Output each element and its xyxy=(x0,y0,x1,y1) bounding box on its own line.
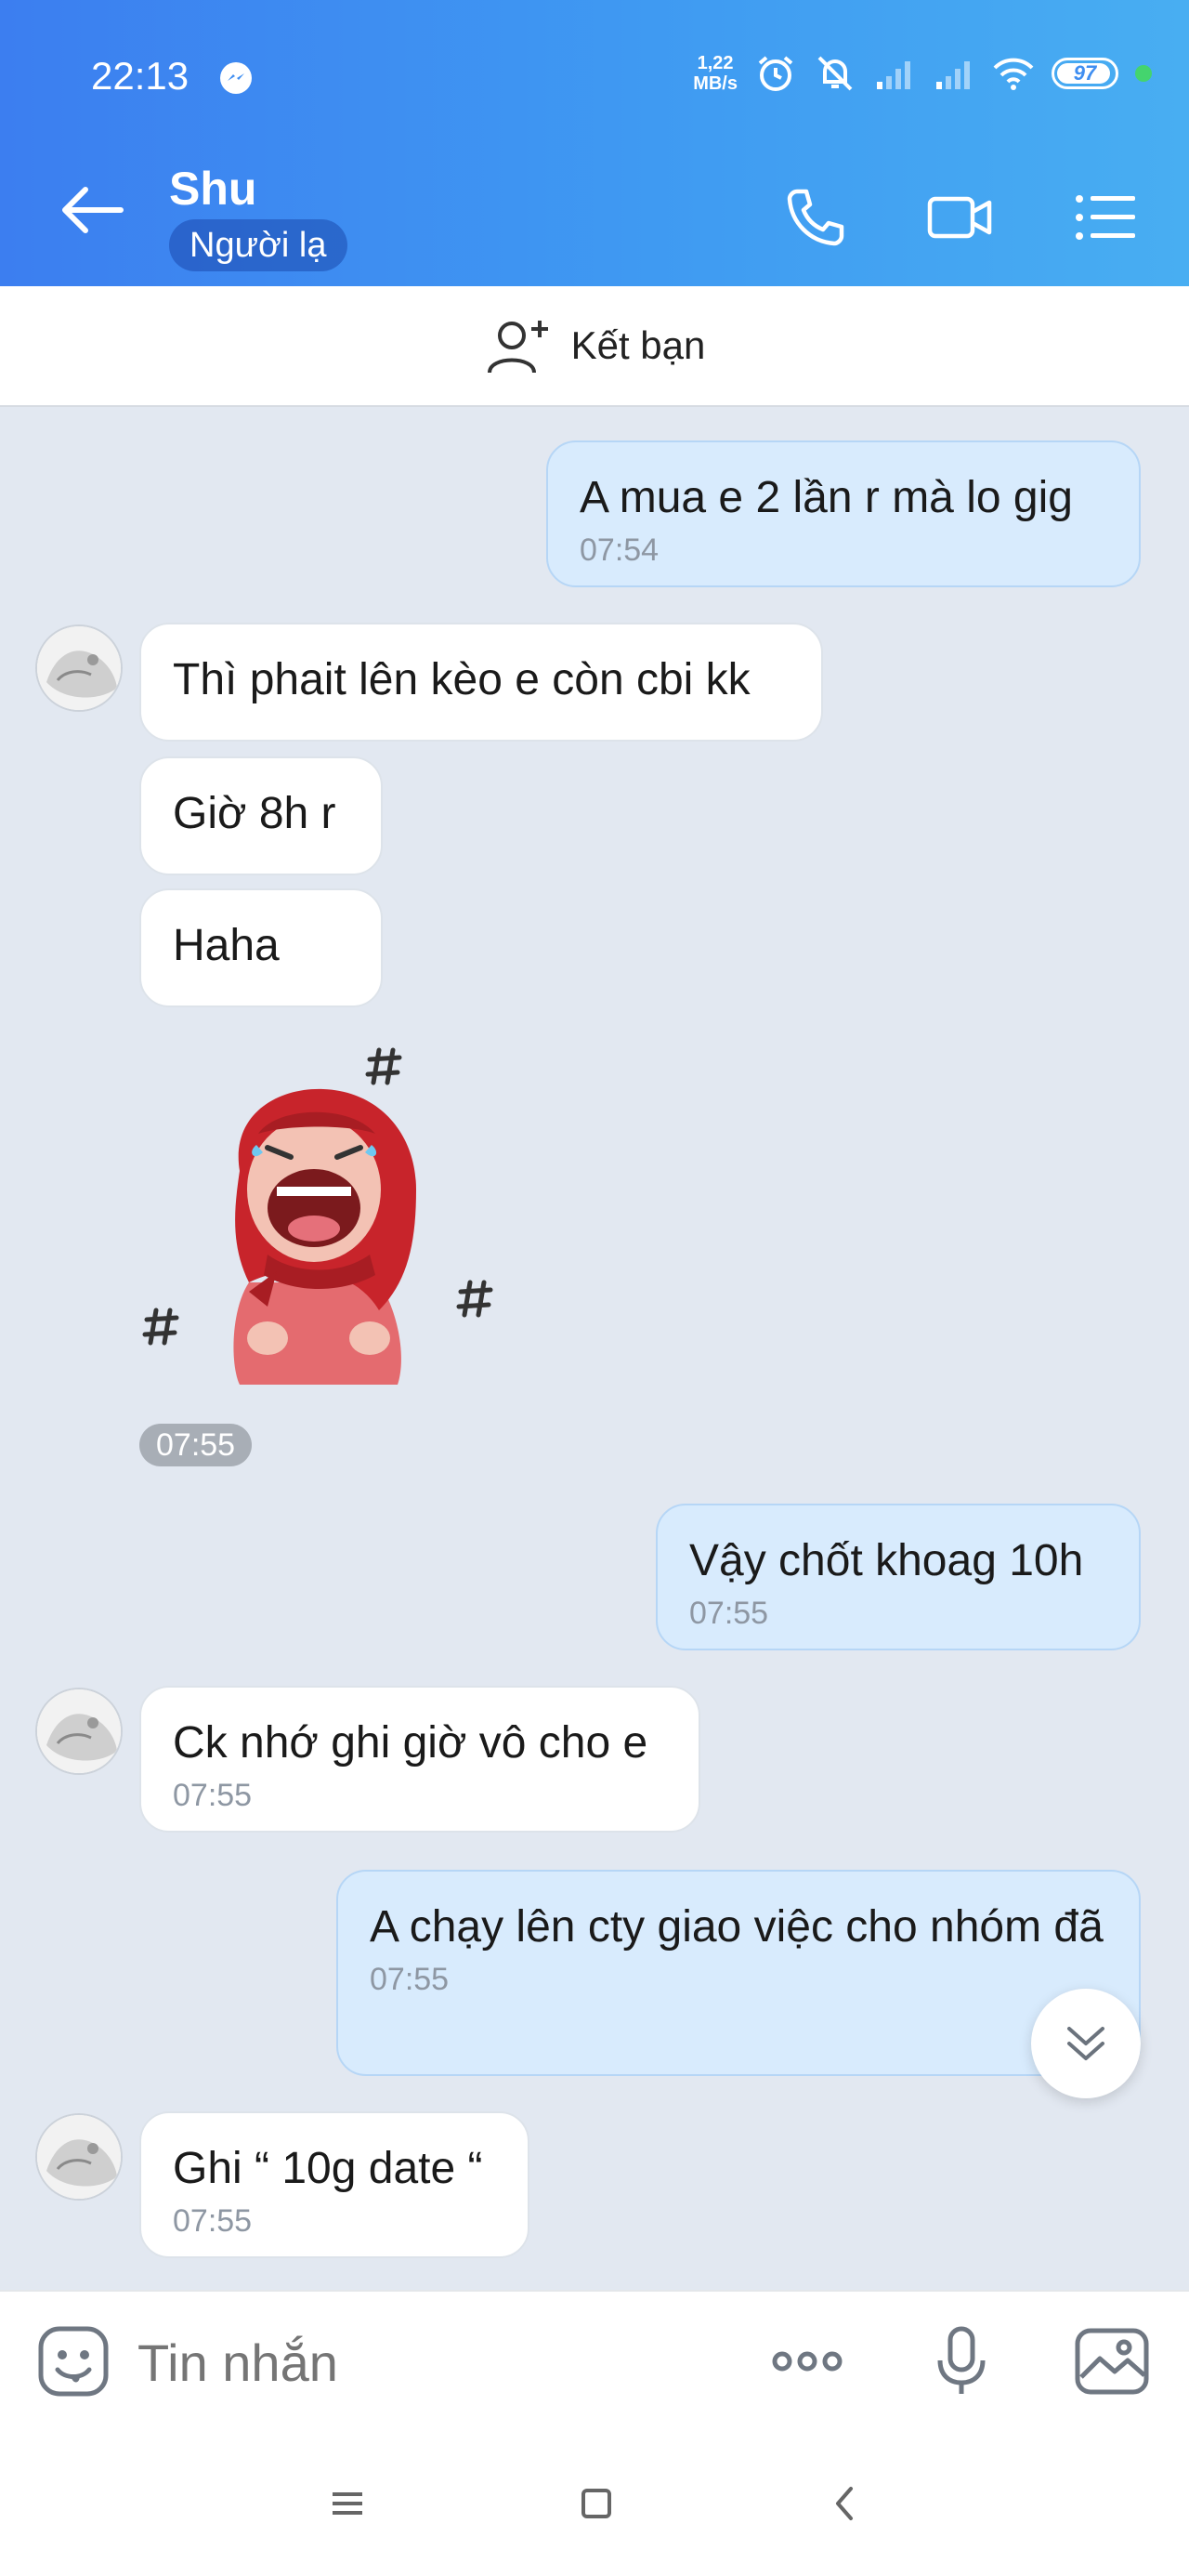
microphone-icon[interactable] xyxy=(923,2323,1000,2399)
avatar-image xyxy=(37,626,121,710)
system-back-icon[interactable] xyxy=(817,2476,873,2531)
message-input-bar xyxy=(0,2290,1189,2429)
message-time: 07:54 xyxy=(580,532,660,568)
message-bubble-incoming[interactable]: Thì phait lên kèo e còn cbi kk xyxy=(139,623,823,742)
more-options-icon[interactable] xyxy=(769,2323,845,2399)
signal-icon-1 xyxy=(877,61,910,89)
wifi-icon xyxy=(993,58,1034,90)
sticker-emoji-icon[interactable] xyxy=(35,2323,111,2399)
avatar[interactable] xyxy=(35,1688,123,1775)
net-speed: 1,22 MB/s xyxy=(693,53,738,94)
message-text: Ghi “ 10g date “ xyxy=(173,2144,483,2193)
contact-name[interactable]: Shu xyxy=(169,162,256,216)
message-time-chip: 07:55 xyxy=(139,1424,253,1466)
message-bubble-outgoing[interactable]: Vậy chốt khoag 10h 07:55 xyxy=(656,1504,1141,1650)
avatar-image xyxy=(37,1689,121,1773)
stranger-badge: Người lạ xyxy=(169,219,347,271)
battery-icon: 97 xyxy=(1052,58,1118,89)
avatar[interactable] xyxy=(35,624,123,712)
phone-call-icon[interactable] xyxy=(780,182,851,253)
message-bubble-incoming[interactable]: Haha xyxy=(139,888,383,1007)
messenger-icon xyxy=(220,62,252,94)
message-time: 07:55 xyxy=(689,1596,769,1631)
mute-bell-icon xyxy=(817,56,853,91)
status-time: 22:13 xyxy=(91,54,189,98)
message-text: A chạy lên cty giao việc cho nhóm đã xyxy=(370,1902,1104,1952)
double-chevron-down-icon xyxy=(1067,2027,1104,2060)
signal-icon-2 xyxy=(936,61,970,89)
back-arrow-icon[interactable] xyxy=(58,182,128,238)
net-speed-unit: MB/s xyxy=(693,73,738,94)
avatar[interactable] xyxy=(35,2113,123,2201)
battery-level: 97 xyxy=(1073,61,1097,85)
message-text: Giờ 8h r xyxy=(173,789,336,838)
message-bubble-incoming[interactable]: Ghi “ 10g date “ 07:55 xyxy=(139,2111,529,2258)
message-bubble-outgoing[interactable]: A chạy lên cty giao việc cho nhóm đã 07:… xyxy=(336,1870,1141,2076)
message-input[interactable] xyxy=(137,2333,695,2393)
message-time: 07:55 xyxy=(173,1778,253,1813)
scroll-to-bottom-button[interactable] xyxy=(1031,1989,1141,2098)
message-time: 07:55 xyxy=(370,1962,450,1997)
add-friend-label: Kết bạn xyxy=(570,323,706,367)
avatar-image xyxy=(37,2115,121,2199)
system-navigation-bar xyxy=(0,2429,1189,2576)
laughing-girl-sticker[interactable] xyxy=(137,1032,509,1403)
message-text: Thì phait lên kèo e còn cbi kk xyxy=(173,655,751,704)
home-icon[interactable] xyxy=(568,2476,624,2531)
message-bubble-incoming[interactable]: Giờ 8h r xyxy=(139,756,383,875)
message-text: A mua e 2 lần r mà lo gig xyxy=(580,473,1073,522)
message-bubble-incoming[interactable]: Ck nhớ ghi giờ vô cho e 07:55 xyxy=(139,1686,700,1833)
message-bubble-outgoing[interactable]: A mua e 2 lần r mà lo gig 07:54 xyxy=(546,440,1141,587)
chat-header: 22:13 1,22 MB/s 97 Shu Người lạ xyxy=(0,0,1189,286)
image-gallery-icon[interactable] xyxy=(1074,2323,1150,2399)
add-friend-bar[interactable]: Kết bạn xyxy=(0,286,1189,407)
menu-list-icon[interactable] xyxy=(1070,182,1141,253)
alarm-icon xyxy=(758,56,793,91)
video-call-icon[interactable] xyxy=(924,182,995,253)
message-text: Vậy chốt khoag 10h xyxy=(689,1536,1084,1585)
privacy-indicator xyxy=(1135,65,1152,82)
message-text: Ck nhớ ghi giờ vô cho e xyxy=(173,1718,648,1768)
add-friend-icon xyxy=(487,321,548,374)
recent-apps-icon[interactable] xyxy=(320,2476,375,2531)
message-time: 07:55 xyxy=(173,2203,253,2239)
status-icons: 1,22 MB/s 97 xyxy=(693,52,1152,95)
net-speed-value: 1,22 xyxy=(697,53,734,73)
message-text: Haha xyxy=(173,921,280,970)
